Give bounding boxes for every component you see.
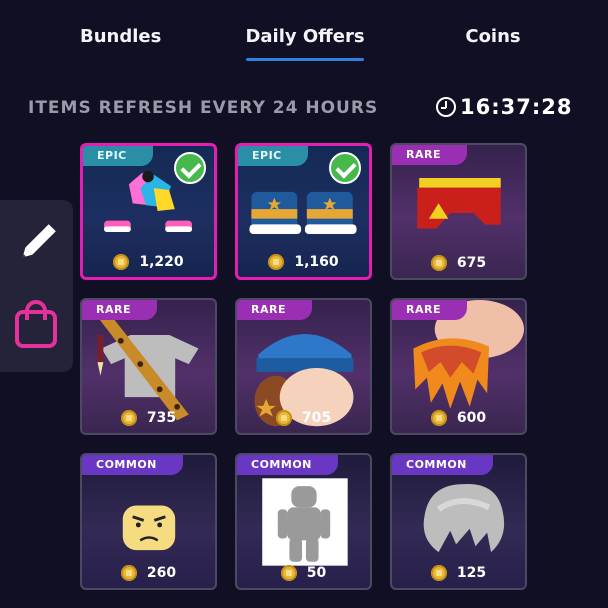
price-value: 675 bbox=[456, 255, 487, 271]
rarity-badge: COMMON bbox=[392, 455, 493, 475]
coin-icon bbox=[268, 254, 285, 270]
rarity-badge: RARE bbox=[392, 300, 467, 320]
offer-card[interactable]: EPIC 1,220 bbox=[80, 143, 217, 280]
coin-icon bbox=[430, 255, 447, 271]
price-tag: 705 bbox=[237, 403, 370, 433]
tab-daily-offers[interactable]: Daily Offers bbox=[245, 26, 365, 47]
edit-button[interactable] bbox=[10, 216, 62, 272]
offer-card[interactable]: RARE 705 bbox=[235, 298, 372, 435]
offer-card[interactable]: COMMON 50 bbox=[235, 453, 372, 590]
price-tag: 260 bbox=[82, 558, 215, 588]
pencil-icon bbox=[22, 224, 56, 258]
shop-button[interactable] bbox=[10, 298, 62, 354]
coin-icon bbox=[120, 565, 137, 581]
coin-icon bbox=[113, 254, 130, 270]
price-tag: 600 bbox=[392, 403, 525, 433]
rarity-badge: EPIC bbox=[83, 146, 153, 166]
timer-value: 16:37:28 bbox=[460, 95, 573, 119]
coin-icon bbox=[430, 565, 447, 581]
price-tag: 1,220 bbox=[83, 247, 214, 277]
offer-card[interactable]: RARE 735 bbox=[80, 298, 217, 435]
tab-bar: Bundles Daily Offers Coins bbox=[0, 0, 608, 66]
refresh-timer: 16:37:28 bbox=[436, 95, 572, 119]
owned-check-icon bbox=[174, 152, 206, 184]
refresh-notice: ITEMS REFRESH EVERY 24 HOURS bbox=[28, 98, 379, 118]
price-tag: 50 bbox=[237, 558, 370, 588]
side-menu bbox=[0, 200, 73, 372]
coin-icon bbox=[430, 410, 447, 426]
price-value: 1,220 bbox=[139, 254, 184, 270]
active-tab-indicator bbox=[246, 58, 364, 61]
price-tag: 125 bbox=[392, 558, 525, 588]
price-value: 735 bbox=[146, 410, 177, 426]
price-value: 600 bbox=[456, 410, 487, 426]
price-value: 260 bbox=[146, 565, 177, 581]
shopping-bag-icon bbox=[15, 300, 57, 348]
owned-check-icon bbox=[329, 152, 361, 184]
price-tag: 1,160 bbox=[238, 247, 369, 277]
offer-card[interactable]: COMMON 260 bbox=[80, 453, 217, 590]
rarity-badge: RARE bbox=[82, 300, 157, 320]
clock-icon bbox=[436, 97, 456, 117]
rarity-badge: RARE bbox=[237, 300, 312, 320]
tab-bundles[interactable]: Bundles bbox=[80, 26, 161, 47]
rarity-badge: EPIC bbox=[238, 146, 308, 166]
coin-icon bbox=[280, 565, 297, 581]
offer-card[interactable]: RARE 675 bbox=[390, 143, 527, 280]
price-tag: 735 bbox=[82, 403, 215, 433]
price-value: 1,160 bbox=[294, 254, 339, 270]
rarity-badge: RARE bbox=[392, 145, 467, 165]
offer-card[interactable]: RARE 600 bbox=[390, 298, 527, 435]
offer-card[interactable]: COMMON 125 bbox=[390, 453, 527, 590]
price-value: 50 bbox=[306, 565, 327, 581]
price-tag: 675 bbox=[392, 248, 525, 278]
price-value: 705 bbox=[301, 410, 332, 426]
rarity-badge: COMMON bbox=[237, 455, 338, 475]
coin-icon bbox=[120, 410, 137, 426]
offer-card[interactable]: EPIC 1,160 bbox=[235, 143, 372, 280]
price-value: 125 bbox=[456, 565, 487, 581]
tab-coins[interactable]: Coins bbox=[453, 26, 533, 47]
coin-icon bbox=[275, 410, 292, 426]
rarity-badge: COMMON bbox=[82, 455, 183, 475]
